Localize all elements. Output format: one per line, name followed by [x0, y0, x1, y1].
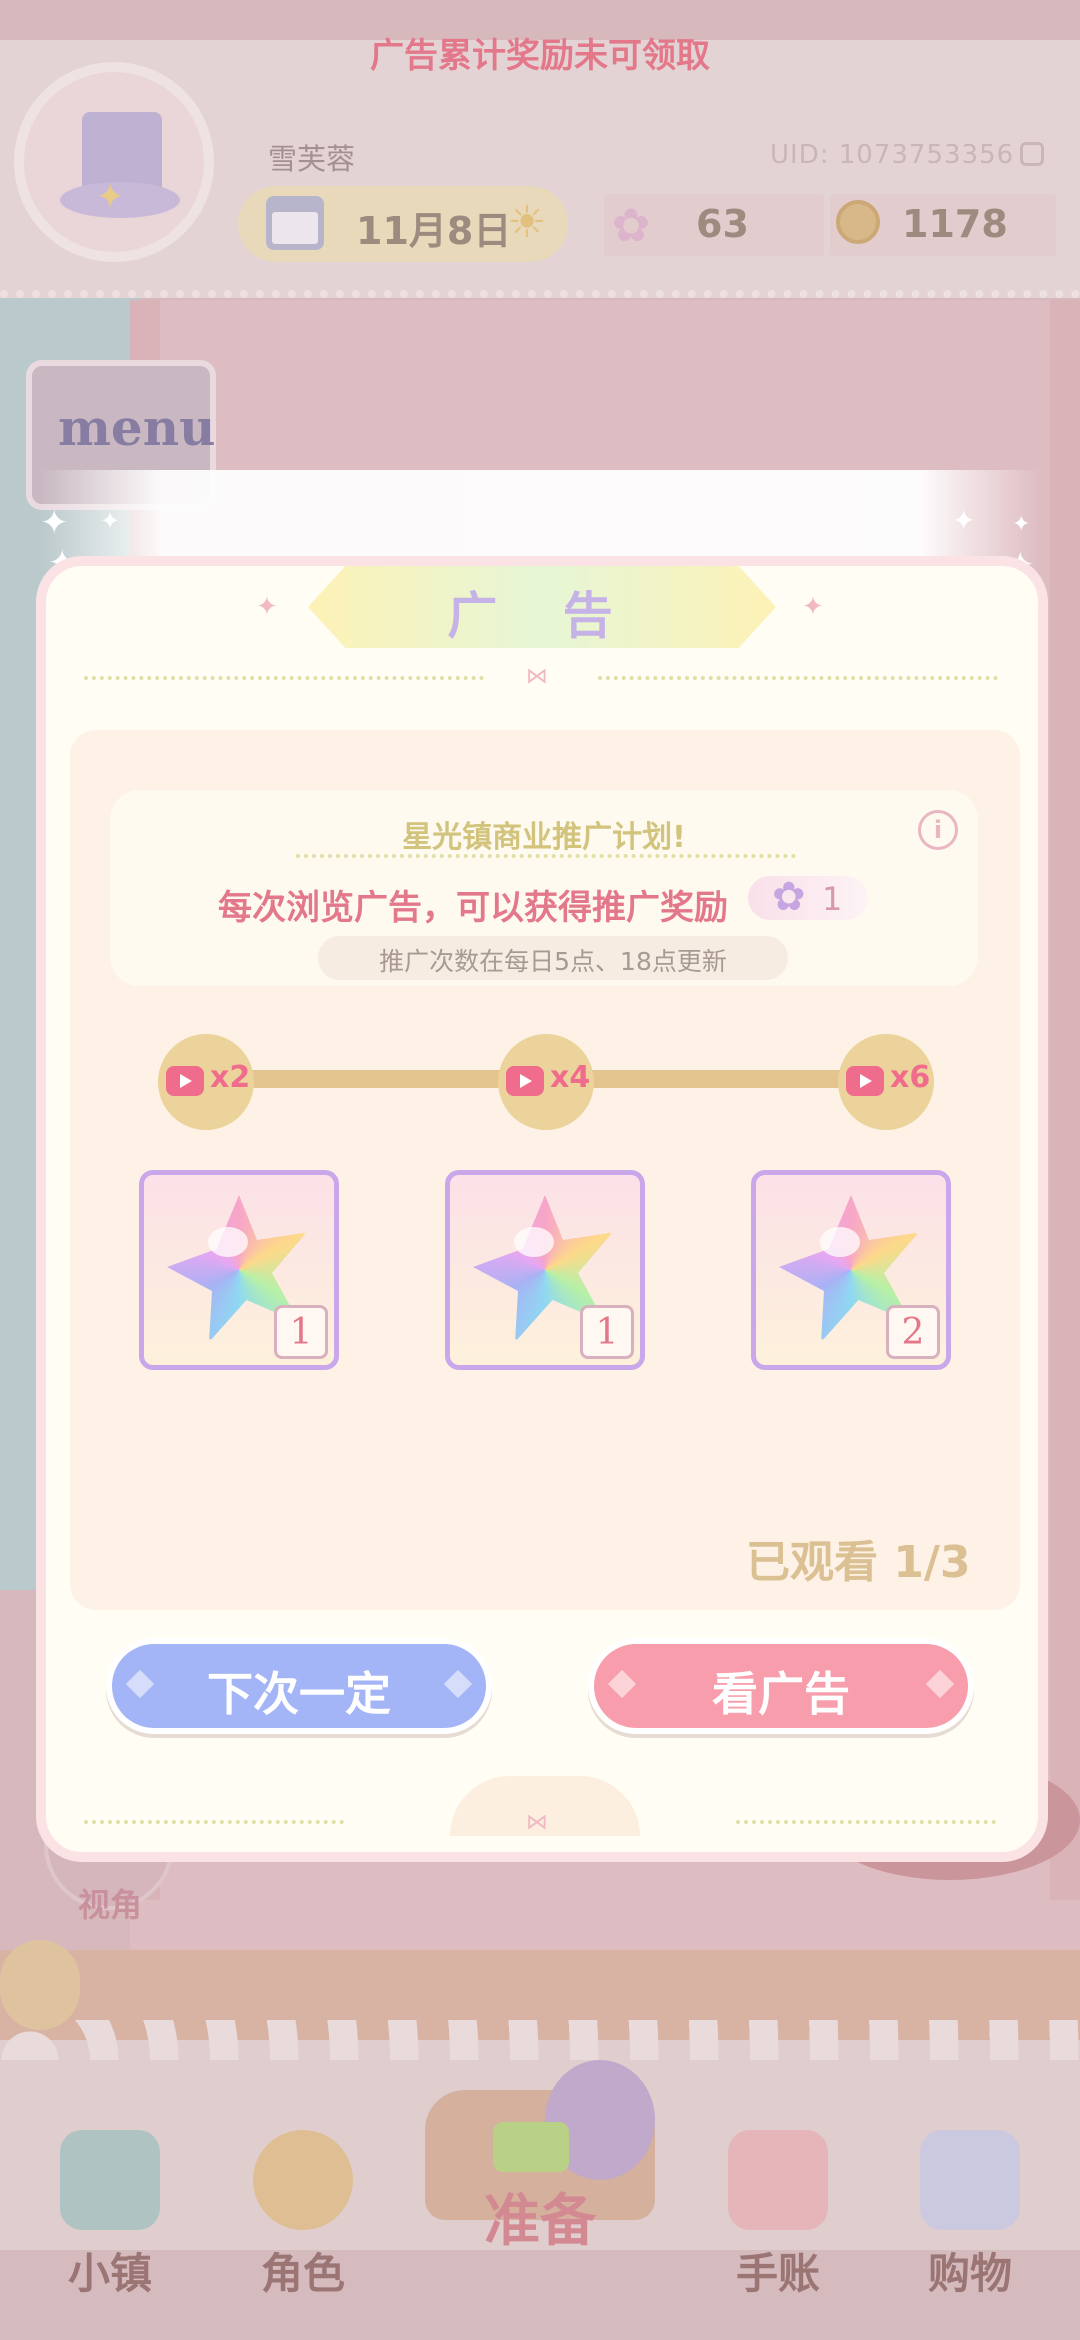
promo-title-underline: [296, 854, 796, 858]
reward-chip-count: 1: [822, 880, 843, 918]
reward-chip: [748, 876, 868, 920]
sparkle-icon: ✦: [256, 592, 278, 622]
notice-banner-text: 广告累计奖励未可领取: [370, 36, 710, 76]
sparkle-icon: ✦: [40, 503, 69, 543]
watch-ad-button-label: 看广告: [712, 1667, 850, 1721]
video-play-icon: [166, 1066, 204, 1096]
reward-count: 1: [274, 1305, 328, 1359]
bow-icon: ⋈: [526, 1810, 548, 1835]
divider: [84, 676, 484, 680]
gem-shine: [514, 1227, 554, 1257]
milestone-label: x2: [210, 1060, 251, 1095]
dialog-title: 广 告: [447, 587, 637, 645]
video-play-icon: [846, 1066, 884, 1096]
later-button-label: 下次一定: [207, 1667, 391, 1721]
sparkle-icon: ✦: [1012, 512, 1031, 537]
watched-progress: 已观看 1/3: [746, 1537, 971, 1588]
reward-slot[interactable]: 2: [751, 1170, 951, 1370]
reward-count: 2: [886, 1305, 940, 1359]
bow-icon: ⋈: [526, 664, 548, 689]
divider: [84, 1820, 344, 1824]
milestone-label: x4: [550, 1060, 591, 1095]
sparkle-icon: ✦: [100, 507, 121, 535]
promo-description: 每次浏览广告，可以获得推广奖励: [218, 888, 728, 928]
reward-count: 1: [580, 1305, 634, 1359]
milestone-label: x6: [890, 1060, 931, 1095]
watch-ad-button[interactable]: 看广告: [588, 1638, 974, 1734]
divider: [736, 1820, 996, 1824]
sparkle-icon: ✦: [802, 592, 824, 622]
divider: [598, 676, 998, 680]
gem-shine: [820, 1227, 860, 1257]
gem-shine: [208, 1227, 248, 1257]
promo-title: 星光镇商业推广计划!: [402, 820, 686, 855]
reward-slot[interactable]: 1: [139, 1170, 339, 1370]
rainbow-star-gem-icon: ✿: [772, 874, 806, 920]
refresh-note: 推广次数在每日5点、18点更新: [379, 947, 727, 976]
info-icon[interactable]: i: [918, 810, 958, 850]
sparkle-icon: ✦: [952, 504, 976, 537]
notice-banner: [40, 470, 1040, 570]
video-play-icon: [506, 1066, 544, 1096]
reward-slot[interactable]: 1: [445, 1170, 645, 1370]
later-button[interactable]: 下次一定: [106, 1638, 492, 1734]
